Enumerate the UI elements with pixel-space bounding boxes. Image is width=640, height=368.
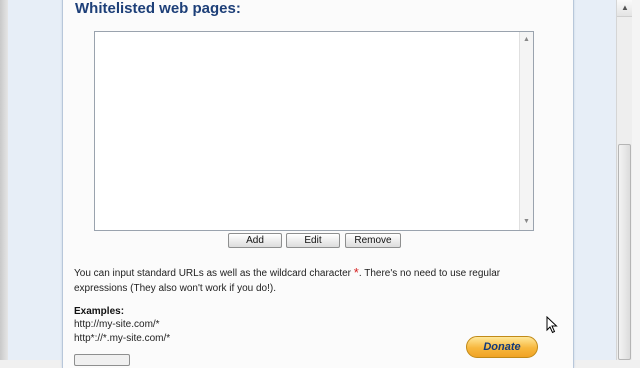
options-page-background: Whitelisted web pages: ▲ ▼ Add Edit Remo… <box>8 0 616 368</box>
options-panel: Whitelisted web pages: ▲ ▼ Add Edit Remo… <box>62 0 574 368</box>
scroll-up-icon[interactable]: ▲ <box>617 0 633 17</box>
example-item: http://my-site.com/* <box>74 319 160 330</box>
scrollbar-thumb[interactable] <box>618 144 631 360</box>
section-title: Whitelisted web pages: <box>75 0 241 17</box>
down-arrow-icon[interactable]: ▼ <box>520 216 533 228</box>
add-button[interactable]: Add <box>228 233 282 248</box>
page-scrollbar[interactable]: ▲ <box>616 0 633 360</box>
remove-button[interactable]: Remove <box>345 233 401 248</box>
partial-button[interactable] <box>74 354 130 366</box>
window-right-edge <box>632 0 640 360</box>
info-text-before: You can input standard URLs as well as t… <box>74 268 354 279</box>
edit-button[interactable]: Edit <box>286 233 340 248</box>
example-item: http*://*.my-site.com/* <box>74 333 171 344</box>
listbox-scrollbar[interactable]: ▲ ▼ <box>519 32 533 230</box>
up-arrow-icon[interactable]: ▲ <box>520 34 533 46</box>
mouse-pointer-icon <box>546 316 558 334</box>
info-text: You can input standard URLs as well as t… <box>74 264 544 296</box>
whitelist-listbox[interactable]: ▲ ▼ <box>94 31 534 231</box>
wildcard-asterisk: * <box>353 265 359 280</box>
donate-button[interactable]: Donate <box>466 336 538 358</box>
examples-title: Examples: <box>74 306 125 317</box>
